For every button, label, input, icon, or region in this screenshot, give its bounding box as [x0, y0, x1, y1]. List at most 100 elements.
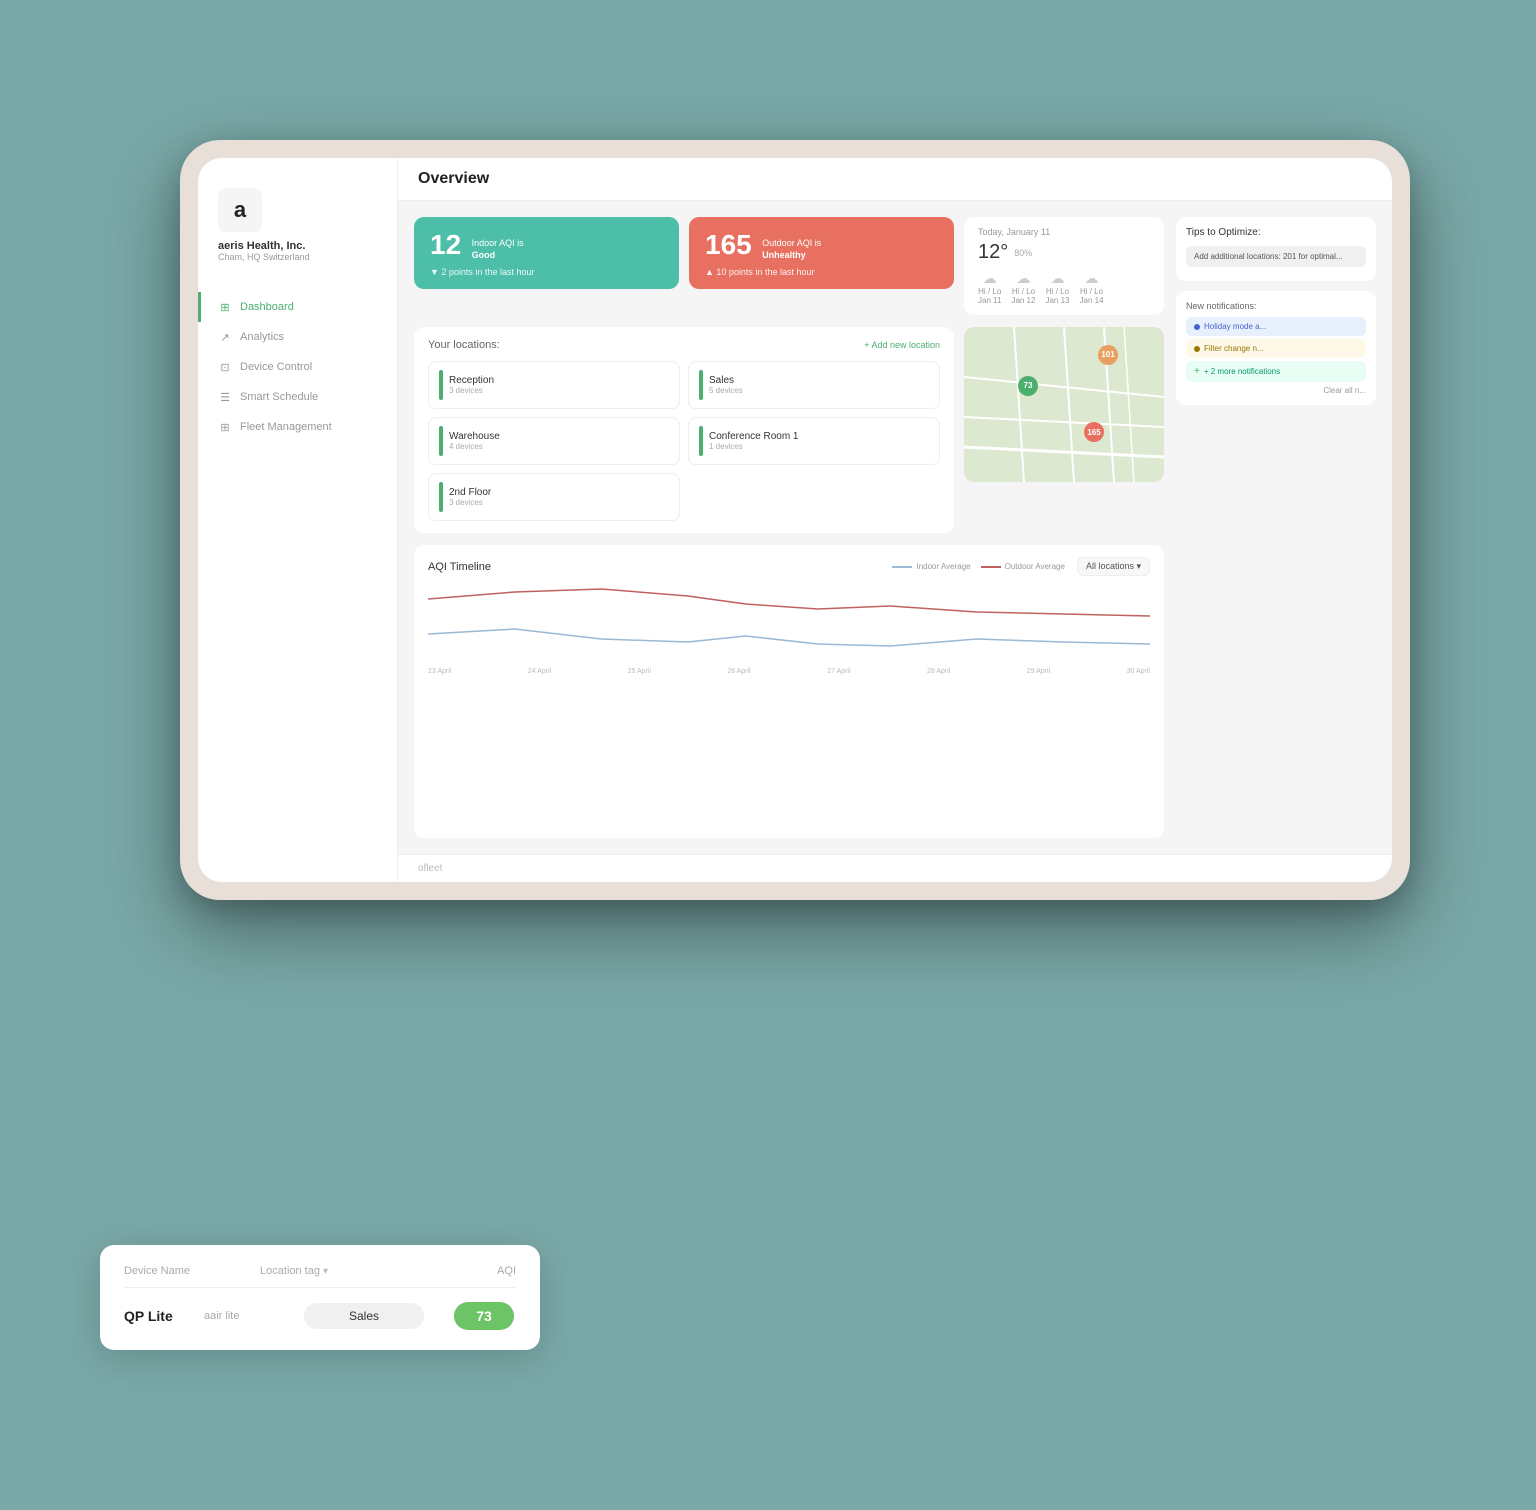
location-info-reception: Reception 3 devices [449, 375, 669, 395]
map-pin-green-value: 73 [1024, 381, 1033, 390]
location-name-reception: Reception [449, 375, 669, 386]
sidebar-item-label-device-control: Device Control [240, 361, 312, 373]
timeline-header: AQI Timeline Indoor Average Outdoor Aver… [428, 557, 1150, 576]
map-pin-red: 165 [1084, 422, 1104, 442]
company-location: Cham, HQ Switzerland [218, 252, 310, 262]
weather-hilos-2: Hi / Lo [1011, 287, 1035, 296]
location-card-floor2[interactable]: 2nd Floor 3 devices [428, 473, 680, 521]
indoor-aqi-status: Indoor AQI is [472, 238, 524, 248]
indoor-aqi-card: 12 Indoor AQI is Good ▼ 2 points in the … [414, 217, 679, 289]
location-devices-reception: 3 devices [449, 386, 669, 395]
weather-days: ☁ Hi / Lo Jan 11 ☁ Hi / Lo Jan 12 [978, 270, 1150, 305]
chart-date-2: 24 April [528, 668, 551, 675]
map-pin-red-value: 165 [1087, 428, 1100, 437]
all-locations-filter[interactable]: All locations ▾ [1077, 557, 1150, 576]
popup-header: Device Name Location tag ▾ AQI [124, 1265, 516, 1288]
sidebar-item-label-dashboard: Dashboard [240, 301, 294, 313]
notif-text-2: Filter change n... [1204, 344, 1264, 353]
popup-device-sub: aair lite [204, 1310, 304, 1322]
popup-device-name: QP Lite [124, 1308, 204, 1324]
locations-grid: Reception 3 devices Sales 5 devices [428, 361, 940, 521]
left-panel: 12 Indoor AQI is Good ▼ 2 points in the … [414, 217, 1164, 838]
weather-hilos-4: Hi / Lo [1080, 287, 1104, 296]
weather-humidity: 80% [1014, 248, 1032, 258]
sidebar-item-device-control[interactable]: ⊡ Device Control [198, 352, 397, 382]
outdoor-aqi-change: ▲ 10 points in the last hour [705, 267, 938, 277]
locations-map-row: Your locations: + Add new location Recep… [414, 327, 1164, 533]
chart-date-5: 27 April [827, 668, 850, 675]
location-card-conference[interactable]: Conference Room 1 1 devices [688, 417, 940, 465]
bottom-bar: ofleet [398, 854, 1392, 882]
locations-filter-label: All locations [1086, 561, 1134, 571]
chart-date-3: 25 April [628, 668, 651, 675]
content-area: 12 Indoor AQI is Good ▼ 2 points in the … [398, 201, 1392, 854]
add-location-button[interactable]: + Add new location [864, 340, 940, 350]
tips-title: Tips to Optimize: [1186, 227, 1366, 238]
weather-date-1: Jan 11 [978, 296, 1001, 305]
sidebar-item-smart-schedule[interactable]: ☰ Smart Schedule [198, 382, 397, 412]
location-name-floor2: 2nd Floor [449, 487, 669, 498]
timeline-title: AQI Timeline [428, 561, 491, 573]
sidebar-item-dashboard[interactable]: ⊞ Dashboard [198, 292, 397, 322]
notifications-section: New notifications: Holiday mode a... Fil… [1176, 291, 1376, 405]
weather-hilos-3: Hi / Lo [1045, 287, 1069, 296]
map-pin-orange: 101 [1098, 345, 1118, 365]
map-pin-green: 73 [1018, 376, 1038, 396]
location-name-sales: Sales [709, 375, 929, 386]
location-name-conference: Conference Room 1 [709, 431, 929, 442]
fleet-icon: ⊞ [218, 420, 232, 434]
indoor-aqi-value: 12 [430, 229, 461, 261]
analytics-icon: ↗ [218, 330, 232, 344]
tip-text-1: Add additional locations: 201 for optima… [1194, 252, 1343, 261]
notifications-title: New notifications: [1186, 301, 1366, 311]
location-card-warehouse[interactable]: Warehouse 4 devices [428, 417, 680, 465]
clear-notifications-button[interactable]: Clear all n... [1186, 386, 1366, 395]
locations-header: Your locations: + Add new location [428, 339, 940, 351]
indoor-aqi-change: ▼ 2 points in the last hour [430, 267, 663, 277]
aqi-cards-row: 12 Indoor AQI is Good ▼ 2 points in the … [414, 217, 1164, 315]
top-bar: Overview [398, 158, 1392, 201]
sidebar-item-analytics[interactable]: ↗ Analytics [198, 322, 397, 352]
location-dot-conference [699, 426, 703, 456]
device-popup: Device Name Location tag ▾ AQI QP Lite a… [100, 1245, 540, 1350]
popup-col-location-label: Location tag [260, 1265, 320, 1277]
tips-section: Tips to Optimize: Add additional locatio… [1176, 217, 1376, 281]
popup-location-tag[interactable]: Sales [304, 1303, 424, 1329]
outdoor-aqi-status: Outdoor AQI is [762, 238, 821, 248]
chart-area [428, 584, 1150, 664]
company-name: aeris Health, Inc. [218, 240, 305, 252]
chart-date-4: 26 April [727, 668, 750, 675]
notification-item-2[interactable]: Filter change n... [1186, 339, 1366, 358]
chart-date-6: 28 April [927, 668, 950, 675]
page-title: Overview [418, 170, 489, 187]
legend-indoor-line: Indoor Average [892, 562, 970, 571]
location-devices-floor2: 3 devices [449, 498, 669, 507]
aqi-chart-svg [428, 584, 1150, 664]
location-card-sales[interactable]: Sales 5 devices [688, 361, 940, 409]
location-tag-chevron: ▾ [323, 1266, 328, 1277]
sidebar: a aeris Health, Inc. Cham, HQ Switzerlan… [198, 158, 398, 882]
app-logo: a [218, 188, 262, 232]
location-card-reception[interactable]: Reception 3 devices [428, 361, 680, 409]
locations-section: Your locations: + Add new location Recep… [414, 327, 954, 533]
tablet-frame: a aeris Health, Inc. Cham, HQ Switzerlan… [180, 140, 1410, 900]
nav-items: ⊞ Dashboard ↗ Analytics ⊡ Device Control… [198, 292, 397, 862]
notif-text-1: Holiday mode a... [1204, 322, 1266, 331]
sidebar-item-fleet-management[interactable]: ⊞ Fleet Management [198, 412, 397, 442]
weather-hilos-1: Hi / Lo [978, 287, 1001, 296]
location-name-warehouse: Warehouse [449, 431, 669, 442]
legend-indoor-label: Indoor Average [916, 562, 970, 571]
sidebar-item-label-fleet-management: Fleet Management [240, 421, 332, 433]
location-info-conference: Conference Room 1 1 devices [709, 431, 929, 451]
location-devices-conference: 1 devices [709, 442, 929, 451]
weather-date-4: Jan 14 [1080, 296, 1104, 305]
tip-item-1: Add additional locations: 201 for optima… [1186, 246, 1366, 267]
notif-dot-2 [1194, 346, 1200, 352]
fleet-brand: ofleet [418, 863, 442, 874]
timeline-legend: Indoor Average Outdoor Average [892, 562, 1064, 571]
location-dot-warehouse [439, 426, 443, 456]
device-control-icon: ⊡ [218, 360, 232, 374]
notification-item-3[interactable]: + + 2 more notifications [1186, 361, 1366, 382]
legend-outdoor-line: Outdoor Average [981, 562, 1065, 571]
notification-item-1[interactable]: Holiday mode a... [1186, 317, 1366, 336]
